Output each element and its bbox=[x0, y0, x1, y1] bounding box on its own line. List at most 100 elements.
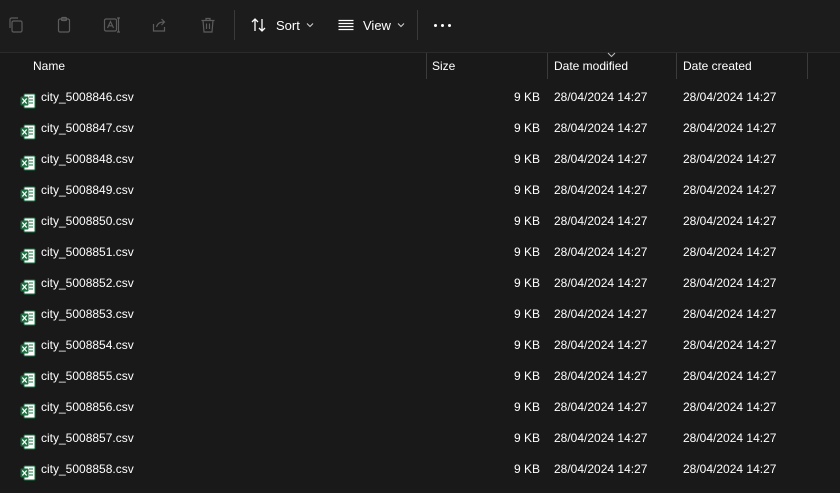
file-size: 9 KB bbox=[513, 400, 540, 414]
excel-csv-file-icon bbox=[20, 90, 36, 109]
column-header-size[interactable]: Size bbox=[432, 53, 455, 79]
file-name: city_5008852.csv bbox=[41, 276, 134, 290]
file-date-created: 28/04/2024 14:27 bbox=[683, 307, 777, 321]
column-header-name[interactable]: Name bbox=[33, 53, 65, 79]
file-size: 9 KB bbox=[513, 214, 540, 228]
file-name: city_5008847.csv bbox=[41, 121, 134, 135]
file-date-modified: 28/04/2024 14:27 bbox=[554, 462, 648, 476]
file-row[interactable]: city_5008852.csv 9 KB 28/04/2024 14:27 28/0… bbox=[0, 268, 840, 299]
copy-icon bbox=[9, 17, 23, 33]
file-size: 9 KB bbox=[513, 369, 540, 383]
file-date-modified: 28/04/2024 14:27 bbox=[554, 245, 648, 259]
chevron-down-icon bbox=[306, 23, 314, 28]
file-row[interactable]: city_5008851.csv 9 KB 28/04/2024 14:27 28/0… bbox=[0, 237, 840, 268]
file-row[interactable]: city_5008847.csv 9 KB 28/04/2024 14:27 28/0… bbox=[0, 113, 840, 144]
file-row[interactable]: city_5008848.csv 9 KB 28/04/2024 14:27 28/0… bbox=[0, 144, 840, 175]
file-row[interactable]: city_5008857.csv 9 KB 28/04/2024 14:27 28/0… bbox=[0, 423, 840, 454]
file-name: city_5008858.csv bbox=[41, 462, 134, 476]
file-row[interactable]: city_5008846.csv 9 KB 28/04/2024 14:27 28/0… bbox=[0, 82, 840, 113]
file-name: city_5008848.csv bbox=[41, 152, 134, 166]
share-button[interactable] bbox=[144, 9, 176, 41]
file-row[interactable]: city_5008850.csv 9 KB 28/04/2024 14:27 28/0… bbox=[0, 206, 840, 237]
file-date-modified: 28/04/2024 14:27 bbox=[554, 121, 648, 135]
delete-button[interactable] bbox=[192, 9, 224, 41]
file-date-created: 28/04/2024 14:27 bbox=[683, 369, 777, 383]
column-header-date-created[interactable]: Date created bbox=[683, 53, 752, 79]
file-size: 9 KB bbox=[513, 276, 540, 290]
file-name: city_5008854.csv bbox=[41, 338, 134, 352]
file-date-modified: 28/04/2024 14:27 bbox=[554, 338, 648, 352]
file-date-created: 28/04/2024 14:27 bbox=[683, 214, 777, 228]
file-date-created: 28/04/2024 14:27 bbox=[683, 462, 777, 476]
file-row[interactable]: city_5008853.csv 9 KB 28/04/2024 14:27 28/0… bbox=[0, 299, 840, 330]
file-row[interactable]: city_5008855.csv 9 KB 28/04/2024 14:27 28/0… bbox=[0, 361, 840, 392]
file-date-modified: 28/04/2024 14:27 bbox=[554, 307, 648, 321]
file-name: city_5008851.csv bbox=[41, 245, 134, 259]
excel-csv-file-icon bbox=[20, 338, 36, 357]
file-date-modified: 28/04/2024 14:27 bbox=[554, 214, 648, 228]
paste-button[interactable] bbox=[48, 9, 80, 41]
sort-button[interactable]: Sort bbox=[250, 9, 314, 41]
file-row[interactable]: city_5008856.csv 9 KB 28/04/2024 14:27 28/0… bbox=[0, 392, 840, 423]
file-date-modified: 28/04/2024 14:27 bbox=[554, 400, 648, 414]
file-size: 9 KB bbox=[513, 462, 540, 476]
see-more-button[interactable] bbox=[425, 9, 459, 41]
excel-csv-file-icon bbox=[20, 369, 36, 388]
excel-csv-file-icon bbox=[20, 152, 36, 171]
file-list: city_5008846.csv 9 KB 28/04/2024 14:27 28/0… bbox=[0, 82, 840, 485]
excel-csv-file-icon bbox=[20, 431, 36, 450]
view-button[interactable]: View bbox=[337, 9, 405, 41]
rename-button[interactable] bbox=[96, 9, 128, 41]
file-date-created: 28/04/2024 14:27 bbox=[683, 431, 777, 445]
file-size: 9 KB bbox=[513, 183, 540, 197]
file-date-created: 28/04/2024 14:27 bbox=[683, 121, 777, 135]
excel-csv-file-icon bbox=[20, 307, 36, 326]
file-size: 9 KB bbox=[513, 338, 540, 352]
file-size: 9 KB bbox=[513, 431, 540, 445]
sort-label: Sort bbox=[276, 17, 300, 33]
excel-csv-file-icon bbox=[20, 121, 36, 140]
file-date-modified: 28/04/2024 14:27 bbox=[554, 431, 648, 445]
copy-button[interactable] bbox=[0, 9, 32, 41]
toolbar-separator bbox=[234, 10, 235, 40]
toolbar-separator bbox=[417, 10, 418, 40]
file-size: 9 KB bbox=[513, 121, 540, 135]
view-list-icon bbox=[338, 19, 354, 31]
file-row[interactable]: city_5008849.csv 9 KB 28/04/2024 14:27 28/0… bbox=[0, 175, 840, 206]
file-date-created: 28/04/2024 14:27 bbox=[683, 152, 777, 166]
file-size: 9 KB bbox=[513, 307, 540, 321]
file-row[interactable]: city_5008854.csv 9 KB 28/04/2024 14:27 28/0… bbox=[0, 330, 840, 361]
excel-csv-file-icon bbox=[20, 183, 36, 202]
clipboard-icon bbox=[57, 16, 71, 33]
file-date-modified: 28/04/2024 14:27 bbox=[554, 183, 648, 197]
column-header-row: Name Size Date modified Date created bbox=[0, 52, 840, 79]
file-size: 9 KB bbox=[513, 152, 540, 166]
file-name: city_5008850.csv bbox=[41, 214, 134, 228]
file-name: city_5008853.csv bbox=[41, 307, 134, 321]
file-date-created: 28/04/2024 14:27 bbox=[683, 338, 777, 352]
column-divider[interactable] bbox=[807, 53, 808, 79]
column-divider[interactable] bbox=[547, 53, 548, 79]
file-date-modified: 28/04/2024 14:27 bbox=[554, 152, 648, 166]
file-name: city_5008857.csv bbox=[41, 431, 134, 445]
file-date-created: 28/04/2024 14:27 bbox=[683, 90, 777, 104]
column-header-date-modified[interactable]: Date modified bbox=[554, 53, 628, 79]
column-divider[interactable] bbox=[676, 53, 677, 79]
file-date-modified: 28/04/2024 14:27 bbox=[554, 276, 648, 290]
more-dots-icon bbox=[433, 23, 437, 27]
file-name: city_5008849.csv bbox=[41, 183, 134, 197]
file-size: 9 KB bbox=[513, 90, 540, 104]
excel-csv-file-icon bbox=[20, 462, 36, 481]
file-date-created: 28/04/2024 14:27 bbox=[683, 276, 777, 290]
file-name: city_5008855.csv bbox=[41, 369, 134, 383]
file-date-created: 28/04/2024 14:27 bbox=[683, 400, 777, 414]
sort-icon bbox=[251, 18, 266, 32]
excel-csv-file-icon bbox=[20, 214, 36, 233]
trash-icon bbox=[201, 17, 215, 33]
file-date-created: 28/04/2024 14:27 bbox=[683, 245, 777, 259]
command-bar: Sort View bbox=[0, 0, 840, 53]
excel-csv-file-icon bbox=[20, 276, 36, 295]
column-divider[interactable] bbox=[426, 53, 427, 79]
file-date-created: 28/04/2024 14:27 bbox=[683, 183, 777, 197]
file-row[interactable]: city_5008858.csv 9 KB 28/04/2024 14:27 28/0… bbox=[0, 454, 840, 485]
